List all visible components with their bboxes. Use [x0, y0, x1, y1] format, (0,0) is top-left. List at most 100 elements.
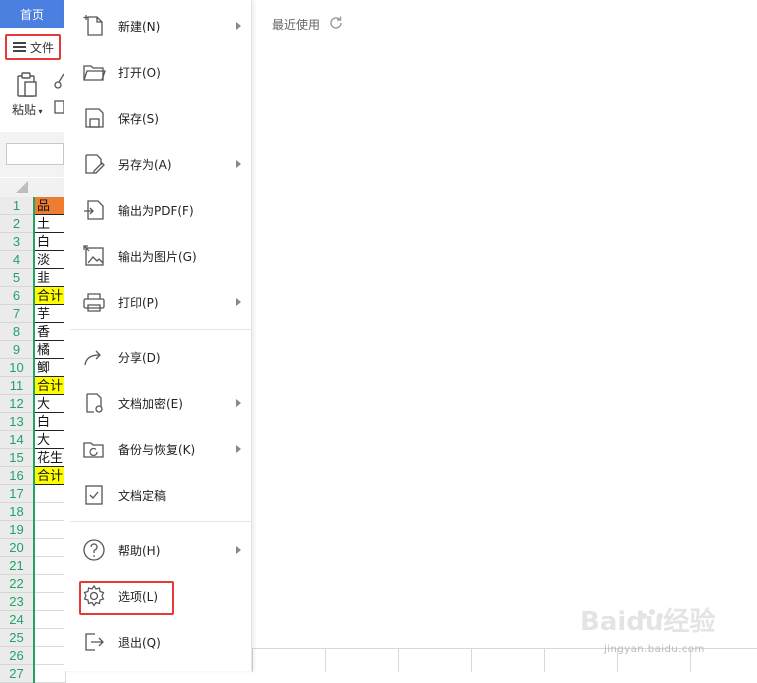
row-header[interactable]: 18 — [0, 503, 33, 521]
table-cell[interactable]: 香 — [35, 323, 66, 341]
finalize-icon — [85, 485, 103, 505]
menu-item-exit[interactable]: 退出(Q) — [64, 619, 251, 665]
row-header[interactable]: 26 — [0, 647, 33, 665]
column-a-cells: 品土白淡韭合计芋香橘鲫合计大白大花生 合计 — [33, 197, 66, 683]
table-cell[interactable] — [35, 647, 66, 665]
menu-item-encrypt[interactable]: 文档加密(E) — [64, 380, 251, 426]
export-image-icon — [83, 245, 104, 266]
row-header[interactable]: 27 — [0, 665, 33, 683]
menu-item-save[interactable]: 保存(S) — [64, 95, 251, 141]
row-header[interactable]: 22 — [0, 575, 33, 593]
row-header[interactable]: 23 — [0, 593, 33, 611]
file-menu-button[interactable]: 文件 — [5, 34, 61, 60]
row-header[interactable]: 5 — [0, 269, 33, 287]
paste-icon[interactable] — [16, 72, 38, 98]
menu-item-share[interactable]: 分享(D) — [64, 334, 251, 380]
menu-item-label: 新建(N) — [118, 19, 161, 34]
table-cell[interactable]: 白 — [35, 413, 66, 431]
row-header[interactable]: 1 — [0, 197, 33, 215]
name-box[interactable] — [6, 143, 64, 165]
row-header[interactable]: 12 — [0, 395, 33, 413]
table-cell[interactable] — [35, 485, 66, 503]
menu-item-finalize[interactable]: 文档定稿 — [64, 472, 251, 518]
row-header[interactable]: 19 — [0, 521, 33, 539]
table-cell[interactable]: 白 — [35, 233, 66, 251]
menu-item-folder-open[interactable]: 打开(O) — [64, 49, 251, 95]
table-cell[interactable]: 合计 — [35, 467, 66, 485]
menu-divider — [70, 329, 251, 330]
exit-icon — [85, 633, 104, 651]
file-menu-label: 文件 — [30, 40, 55, 55]
table-cell[interactable] — [35, 665, 66, 683]
row-header[interactable]: 2 — [0, 215, 33, 233]
table-cell[interactable]: 合计 — [35, 287, 66, 305]
row-header[interactable]: 4 — [0, 251, 33, 269]
menu-item-label: 打开(O) — [118, 65, 161, 80]
table-cell[interactable]: 品 — [35, 197, 66, 215]
row-header[interactable]: 14 — [0, 431, 33, 449]
chevron-right-icon — [236, 445, 241, 453]
menu-item-save-as[interactable]: 另存为(A) — [64, 141, 251, 187]
table-cell[interactable]: 花生 — [35, 449, 66, 467]
table-cell[interactable]: 芋 — [35, 305, 66, 323]
row-header[interactable]: 25 — [0, 629, 33, 647]
menu-item-label: 文档定稿 — [118, 488, 167, 503]
table-cell[interactable] — [35, 539, 66, 557]
row-header[interactable]: 11 — [0, 377, 33, 395]
menu-divider — [70, 521, 251, 522]
paste-button[interactable]: 粘贴 ▾ — [12, 101, 43, 118]
share-icon — [84, 350, 101, 366]
table-cell[interactable] — [35, 629, 66, 647]
menu-item-label: 输出为图片(G) — [118, 249, 197, 264]
menu-item-label: 帮助(H) — [118, 543, 161, 558]
row-header[interactable]: 8 — [0, 323, 33, 341]
table-cell[interactable] — [35, 575, 66, 593]
row-header[interactable]: 16 — [0, 467, 33, 485]
table-cell[interactable] — [35, 611, 66, 629]
home-tab[interactable]: 首页 — [0, 0, 64, 28]
row-header[interactable]: 9 — [0, 341, 33, 359]
cut-icon[interactable] — [54, 72, 64, 90]
row-header[interactable]: 6 — [0, 287, 33, 305]
menu-item-print[interactable]: 打印(P) — [64, 279, 251, 325]
table-cell[interactable] — [35, 557, 66, 575]
row-header[interactable]: 10 — [0, 359, 33, 377]
chevron-right-icon — [236, 546, 241, 554]
row-header[interactable]: 15 — [0, 449, 33, 467]
column-header-a[interactable] — [33, 178, 64, 198]
menu-item-export-pdf[interactable]: 输出为PDF(F) — [64, 187, 251, 233]
menu-item-backup[interactable]: 备份与恢复(K) — [64, 426, 251, 472]
chevron-right-icon — [236, 298, 241, 306]
save-icon — [85, 108, 104, 128]
table-cell[interactable]: 大 — [35, 395, 66, 413]
table-cell[interactable] — [35, 521, 66, 539]
menu-item-new-file[interactable]: 新建(N) — [64, 3, 251, 49]
table-cell[interactable]: 韭 — [35, 269, 66, 287]
table-cell[interactable]: 鲫 — [35, 359, 66, 377]
row-header[interactable]: 21 — [0, 557, 33, 575]
table-cell[interactable]: 大 — [35, 431, 66, 449]
table-cell[interactable]: 土 — [35, 215, 66, 233]
menu-item-label: 退出(Q) — [118, 635, 161, 650]
menu-item-label: 备份与恢复(K) — [118, 442, 196, 457]
row-header[interactable]: 17 — [0, 485, 33, 503]
save-as-icon — [85, 154, 105, 174]
refresh-icon[interactable] — [328, 15, 344, 31]
menu-item-help[interactable]: 帮助(H) — [64, 527, 251, 573]
row-header[interactable]: 13 — [0, 413, 33, 431]
copy-icon[interactable] — [54, 98, 64, 114]
table-cell[interactable]: 合计 — [35, 377, 66, 395]
row-header[interactable]: 7 — [0, 305, 33, 323]
row-header[interactable]: 24 — [0, 611, 33, 629]
table-cell[interactable]: 橘 — [35, 341, 66, 359]
menu-item-label: 打印(P) — [118, 295, 159, 310]
menu-item-export-image[interactable]: 输出为图片(G) — [64, 233, 251, 279]
row-header[interactable]: 3 — [0, 233, 33, 251]
table-cell[interactable] — [35, 593, 66, 611]
paste-label: 粘贴 — [12, 103, 37, 117]
watermark-url: jingyan.baidu.com — [604, 644, 705, 655]
chevron-right-icon — [236, 399, 241, 407]
table-cell[interactable] — [35, 503, 66, 521]
row-header[interactable]: 20 — [0, 539, 33, 557]
table-cell[interactable]: 淡 — [35, 251, 66, 269]
